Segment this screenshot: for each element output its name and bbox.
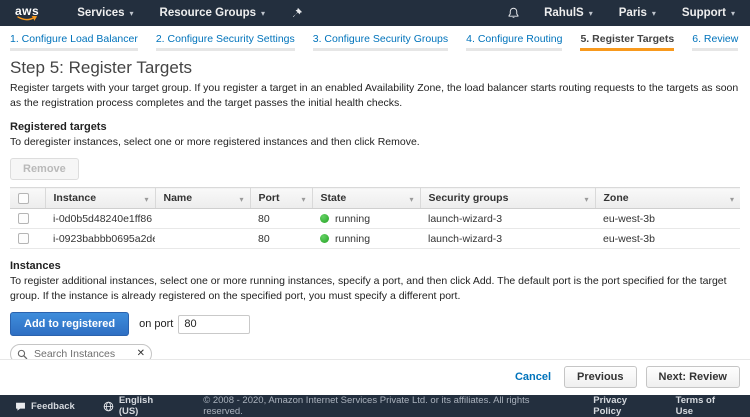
- row-checkbox[interactable]: [18, 233, 29, 244]
- chevron-down-icon: [584, 7, 593, 19]
- state-label: running: [335, 213, 370, 225]
- add-to-registered-button[interactable]: Add to registered: [10, 312, 129, 336]
- table-row[interactable]: i-0923babbb0695a2de 80 running launch-wi…: [10, 229, 740, 249]
- speech-bubble-icon: [15, 401, 26, 412]
- instances-heading: Instances: [10, 260, 740, 272]
- column-header-state[interactable]: State: [312, 188, 420, 209]
- nav-resource-groups-label: Resource Groups: [160, 7, 257, 19]
- top-navigation: aws Services Resource Groups RahulS Pari…: [0, 0, 750, 26]
- copyright-text: © 2008 - 2020, Amazon Internet Services …: [203, 395, 571, 417]
- cell-zone: eu-west-3b: [595, 229, 740, 249]
- chevron-down-icon: [726, 7, 735, 19]
- cell-zone: eu-west-3b: [595, 209, 740, 229]
- on-port-label: on port: [139, 318, 173, 330]
- privacy-policy-link[interactable]: Privacy Policy: [593, 395, 657, 417]
- add-to-registered-row: Add to registered on port: [10, 312, 740, 336]
- language-selector[interactable]: English (US): [103, 395, 175, 417]
- wizard-footer-actions: Cancel Previous Next: Review: [0, 359, 750, 395]
- cell-state: running: [312, 229, 420, 249]
- row-checkbox[interactable]: [18, 213, 29, 224]
- cell-name: [155, 229, 250, 249]
- wizard-step-4[interactable]: 4. Configure Routing: [466, 33, 562, 51]
- wizard-step-1[interactable]: 1. Configure Load Balancer: [10, 33, 138, 51]
- aws-smile-icon: [17, 16, 37, 21]
- wizard-step-5-active[interactable]: 5. Register Targets: [580, 33, 674, 51]
- column-header-instance[interactable]: Instance: [45, 188, 155, 209]
- cell-port: 80: [250, 229, 312, 249]
- cell-instance-id: i-0d0b5d48240e1ff86: [45, 209, 155, 229]
- nav-region-menu[interactable]: Paris: [619, 7, 656, 19]
- cell-security-groups: launch-wizard-3: [420, 229, 595, 249]
- pushpin-icon[interactable]: [291, 7, 303, 19]
- wizard-step-3[interactable]: 3. Configure Security Groups: [313, 33, 448, 51]
- running-status-icon: [320, 214, 329, 223]
- registered-targets-heading: Registered targets: [10, 121, 740, 133]
- language-label: English (US): [119, 395, 175, 417]
- site-footer: Feedback English (US) © 2008 - 2020, Ama…: [0, 395, 750, 417]
- column-header-security-groups[interactable]: Security groups: [420, 188, 595, 209]
- select-all-checkbox[interactable]: [18, 193, 29, 204]
- chevron-down-icon: [647, 7, 656, 19]
- globe-icon: [103, 401, 114, 412]
- cell-instance-id: i-0923babbb0695a2de: [45, 229, 155, 249]
- cell-port: 80: [250, 209, 312, 229]
- nav-resource-groups[interactable]: Resource Groups: [160, 7, 266, 19]
- instances-description: To register additional instances, select…: [10, 274, 740, 303]
- aws-logo[interactable]: aws: [15, 5, 39, 21]
- running-status-icon: [320, 234, 329, 243]
- nav-support-menu[interactable]: Support: [682, 7, 735, 19]
- table-header-row: Instance Name Port State Security groups…: [10, 188, 740, 209]
- feedback-button[interactable]: Feedback: [15, 401, 75, 412]
- aws-console-page: aws Services Resource Groups RahulS Pari…: [0, 0, 750, 417]
- nav-support-label: Support: [682, 7, 726, 19]
- registered-targets-description: To deregister instances, select one or m…: [10, 135, 740, 150]
- page-description: Register targets with your target group.…: [10, 81, 740, 110]
- terms-of-use-link[interactable]: Terms of Use: [676, 395, 735, 417]
- chevron-down-icon: [256, 7, 265, 19]
- nav-services[interactable]: Services: [77, 7, 133, 19]
- clear-search-icon[interactable]: [137, 349, 145, 359]
- cancel-link[interactable]: Cancel: [515, 371, 551, 383]
- column-header-zone[interactable]: Zone: [595, 188, 740, 209]
- cell-state: running: [312, 209, 420, 229]
- state-label: running: [335, 233, 370, 245]
- cell-name: [155, 209, 250, 229]
- chevron-down-icon: [125, 7, 134, 19]
- nav-account-label: RahulS: [544, 7, 584, 19]
- column-header-port[interactable]: Port: [250, 188, 312, 209]
- nav-services-label: Services: [77, 7, 124, 19]
- wizard-step-6[interactable]: 6. Review: [692, 33, 738, 51]
- remove-button[interactable]: Remove: [10, 158, 79, 180]
- registered-targets-table: Instance Name Port State Security groups…: [10, 187, 740, 249]
- column-header-name[interactable]: Name: [155, 188, 250, 209]
- notifications-bell-icon[interactable]: [507, 7, 520, 20]
- nav-account-menu[interactable]: RahulS: [544, 7, 593, 19]
- previous-button[interactable]: Previous: [564, 366, 636, 388]
- cell-security-groups: launch-wizard-3: [420, 209, 595, 229]
- feedback-label: Feedback: [31, 401, 75, 412]
- wizard-step-2[interactable]: 2. Configure Security Settings: [156, 33, 295, 51]
- page-title: Step 5: Register Targets: [10, 58, 740, 78]
- port-input[interactable]: [178, 315, 250, 334]
- wizard-steps: 1. Configure Load Balancer 2. Configure …: [0, 26, 750, 51]
- nav-region-label: Paris: [619, 7, 647, 19]
- next-review-button[interactable]: Next: Review: [646, 366, 740, 388]
- table-row[interactable]: i-0d0b5d48240e1ff86 80 running launch-wi…: [10, 209, 740, 229]
